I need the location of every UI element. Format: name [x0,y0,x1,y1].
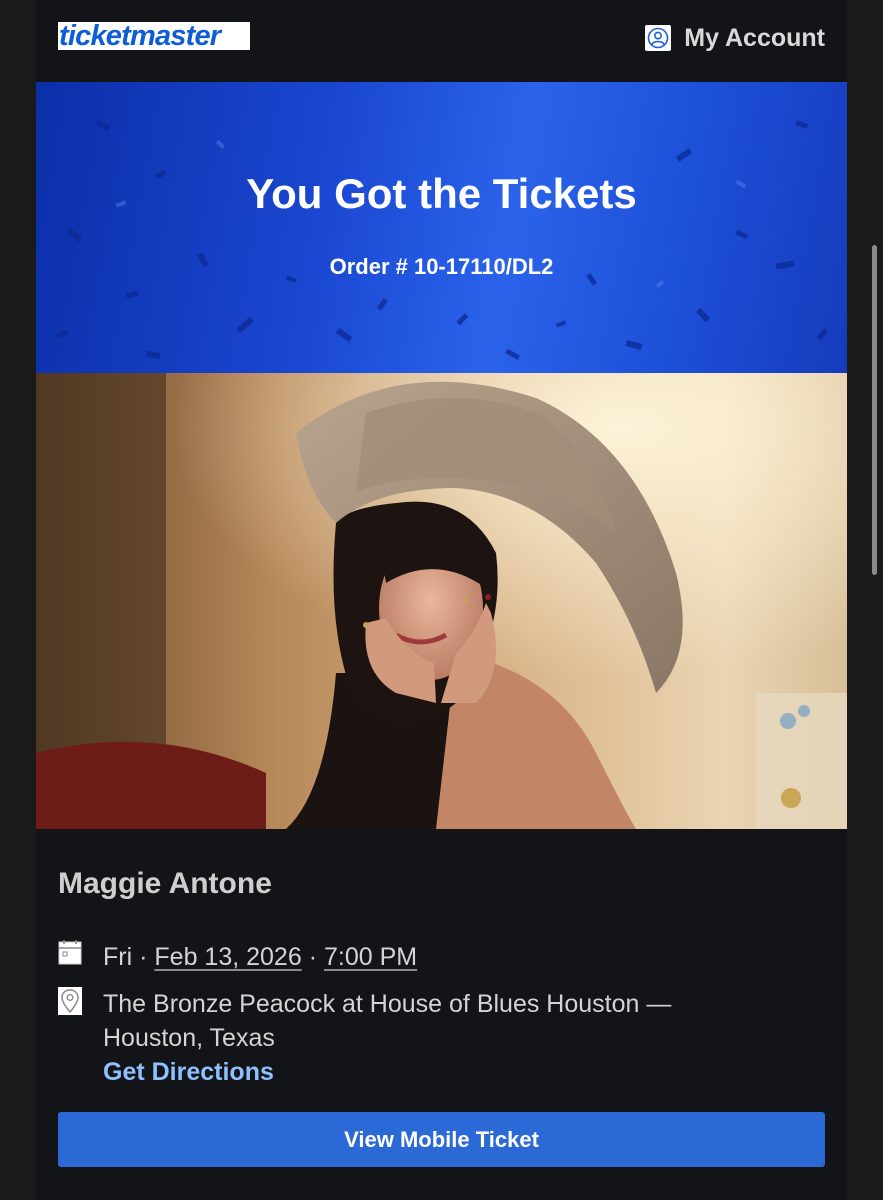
email-card: ticketmaster My Account You Got the Tick… [36,0,847,1200]
location-pin-icon [58,987,82,1015]
my-account-link[interactable]: My Account [645,20,825,56]
event-venue-row: The Bronze Peacock at House of Blues Hou… [58,987,753,1089]
artist-photo [36,373,847,829]
event-date-link[interactable]: Feb 13, 2026 [154,943,301,971]
event-day: Fri [103,943,133,971]
user-circle-icon [645,25,672,51]
event-date-text: Fri · Feb 13, 2026 · 7:00 PM [103,939,417,975]
ticketmaster-logo[interactable]: ticketmaster [58,22,250,50]
confirmation-banner: You Got the Tickets Order # 10-17110/DL2 [36,82,847,373]
get-directions-link[interactable]: Get Directions [103,1055,753,1089]
artist-name: Maggie Antone [58,867,272,900]
my-account-label: My Account [684,23,825,52]
view-mobile-ticket-button[interactable]: View Mobile Ticket [58,1112,825,1167]
time-separator: · [308,943,318,971]
calendar-icon [58,939,82,967]
scrollbar-thumb[interactable] [872,245,877,575]
confirmation-title: You Got the Tickets [246,170,637,217]
header-bar: ticketmaster My Account [36,0,847,82]
confetti-pattern [55,119,829,361]
event-details: Maggie Antone Fri · Feb 13, 2026 · 7:00 … [36,829,847,1200]
date-separator: · [139,943,148,971]
order-number: Order # 10-17110/DL2 [329,254,554,279]
event-time-link[interactable]: 7:00 PM [324,943,417,971]
event-date-row: Fri · Feb 13, 2026 · 7:00 PM [58,939,417,975]
venue-name: The Bronze Peacock at House of Blues Hou… [103,990,672,1052]
